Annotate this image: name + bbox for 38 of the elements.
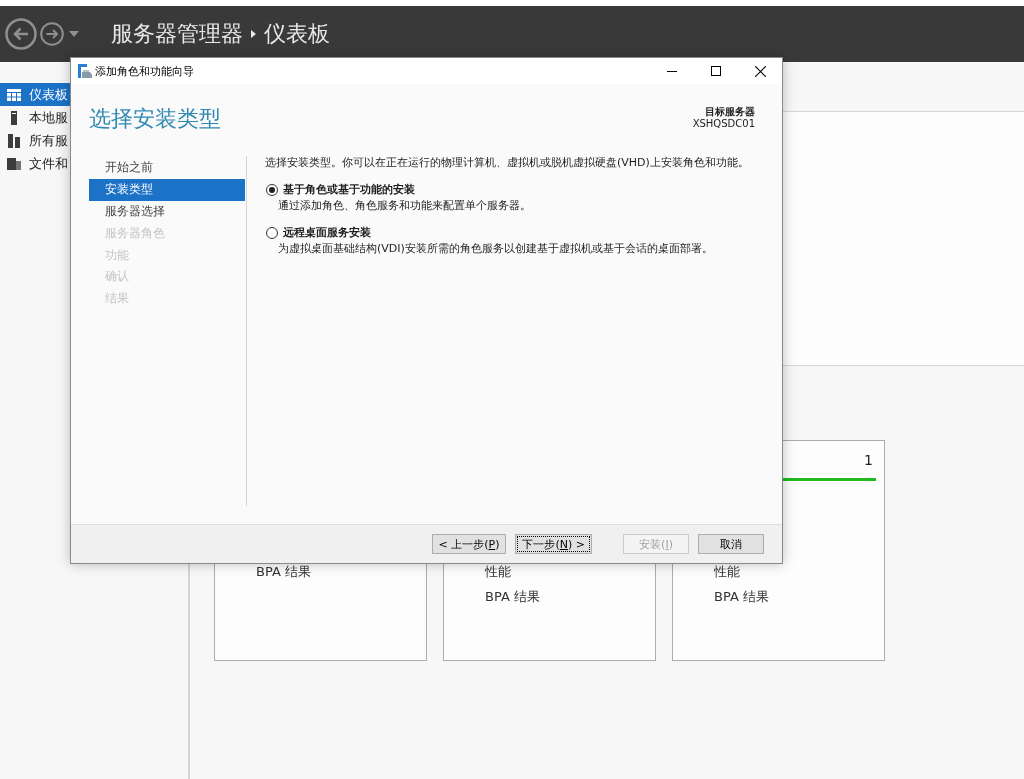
next-button[interactable]: 下一步(N) > (515, 534, 592, 554)
sidebar-item[interactable]: 文件和 (0, 152, 70, 175)
wizard-step[interactable]: 安装类型 (89, 178, 245, 201)
sidebar-item[interactable]: 仪表板 (0, 83, 70, 106)
sidebar-item[interactable]: 本地服 (0, 106, 70, 129)
close-icon (754, 65, 766, 77)
forward-button[interactable] (40, 22, 64, 46)
sidebar-item[interactable]: 所有服 (0, 129, 70, 152)
tile-count: 1 (864, 451, 873, 468)
minimize-icon (667, 70, 677, 72)
dropdown-caret-icon[interactable] (69, 31, 79, 37)
wizard-heading: 选择安装类型 (89, 105, 221, 133)
intro-text: 选择安装类型。你可以在正在运行的物理计算机、虚拟机或脱机虚拟硬盘(VHD)上安装角色和功能。 (265, 155, 749, 171)
target-server-name: XSHQSDC01 (692, 118, 755, 130)
option-label: 远程桌面服务安装 (283, 225, 371, 240)
maximize-icon (711, 66, 721, 76)
option-label: 基于角色或基于功能的安装 (283, 182, 415, 197)
wizard-step[interactable]: 服务器选择 (89, 200, 245, 223)
option-description: 为虚拟桌面基础结构(VDI)安装所需的角色服务以创建基于虚拟机或基于会话的桌面部署。 (278, 241, 713, 257)
storage-icon (7, 157, 21, 170)
page-title: 仪表板 (264, 20, 330, 48)
breadcrumb-arrow-icon (251, 30, 256, 38)
radio-button[interactable] (266, 226, 278, 239)
back-button[interactable] (5, 18, 37, 50)
servers-icon (7, 133, 21, 148)
dialog-title: 添加角色和功能向导 (95, 63, 195, 79)
radio-button[interactable] (266, 183, 278, 196)
target-server-label: 目标服务器 (705, 106, 755, 118)
option-description: 通过添加角色、角色服务和功能来配置单个服务器。 (278, 198, 531, 214)
tile-link[interactable]: BPA 结果 (714, 584, 769, 609)
tile-link[interactable]: BPA 结果 (485, 584, 540, 609)
previous-button[interactable]: < 上一步(P) (431, 534, 507, 554)
dashboard-grid-icon (7, 88, 21, 101)
server-icon (11, 110, 17, 125)
app-title: 服务器管理器 (111, 20, 243, 48)
wizard-icon (78, 64, 92, 78)
wizard-step[interactable]: 开始之前 (89, 157, 245, 179)
cancel-button[interactable]: 取消 (698, 534, 764, 554)
